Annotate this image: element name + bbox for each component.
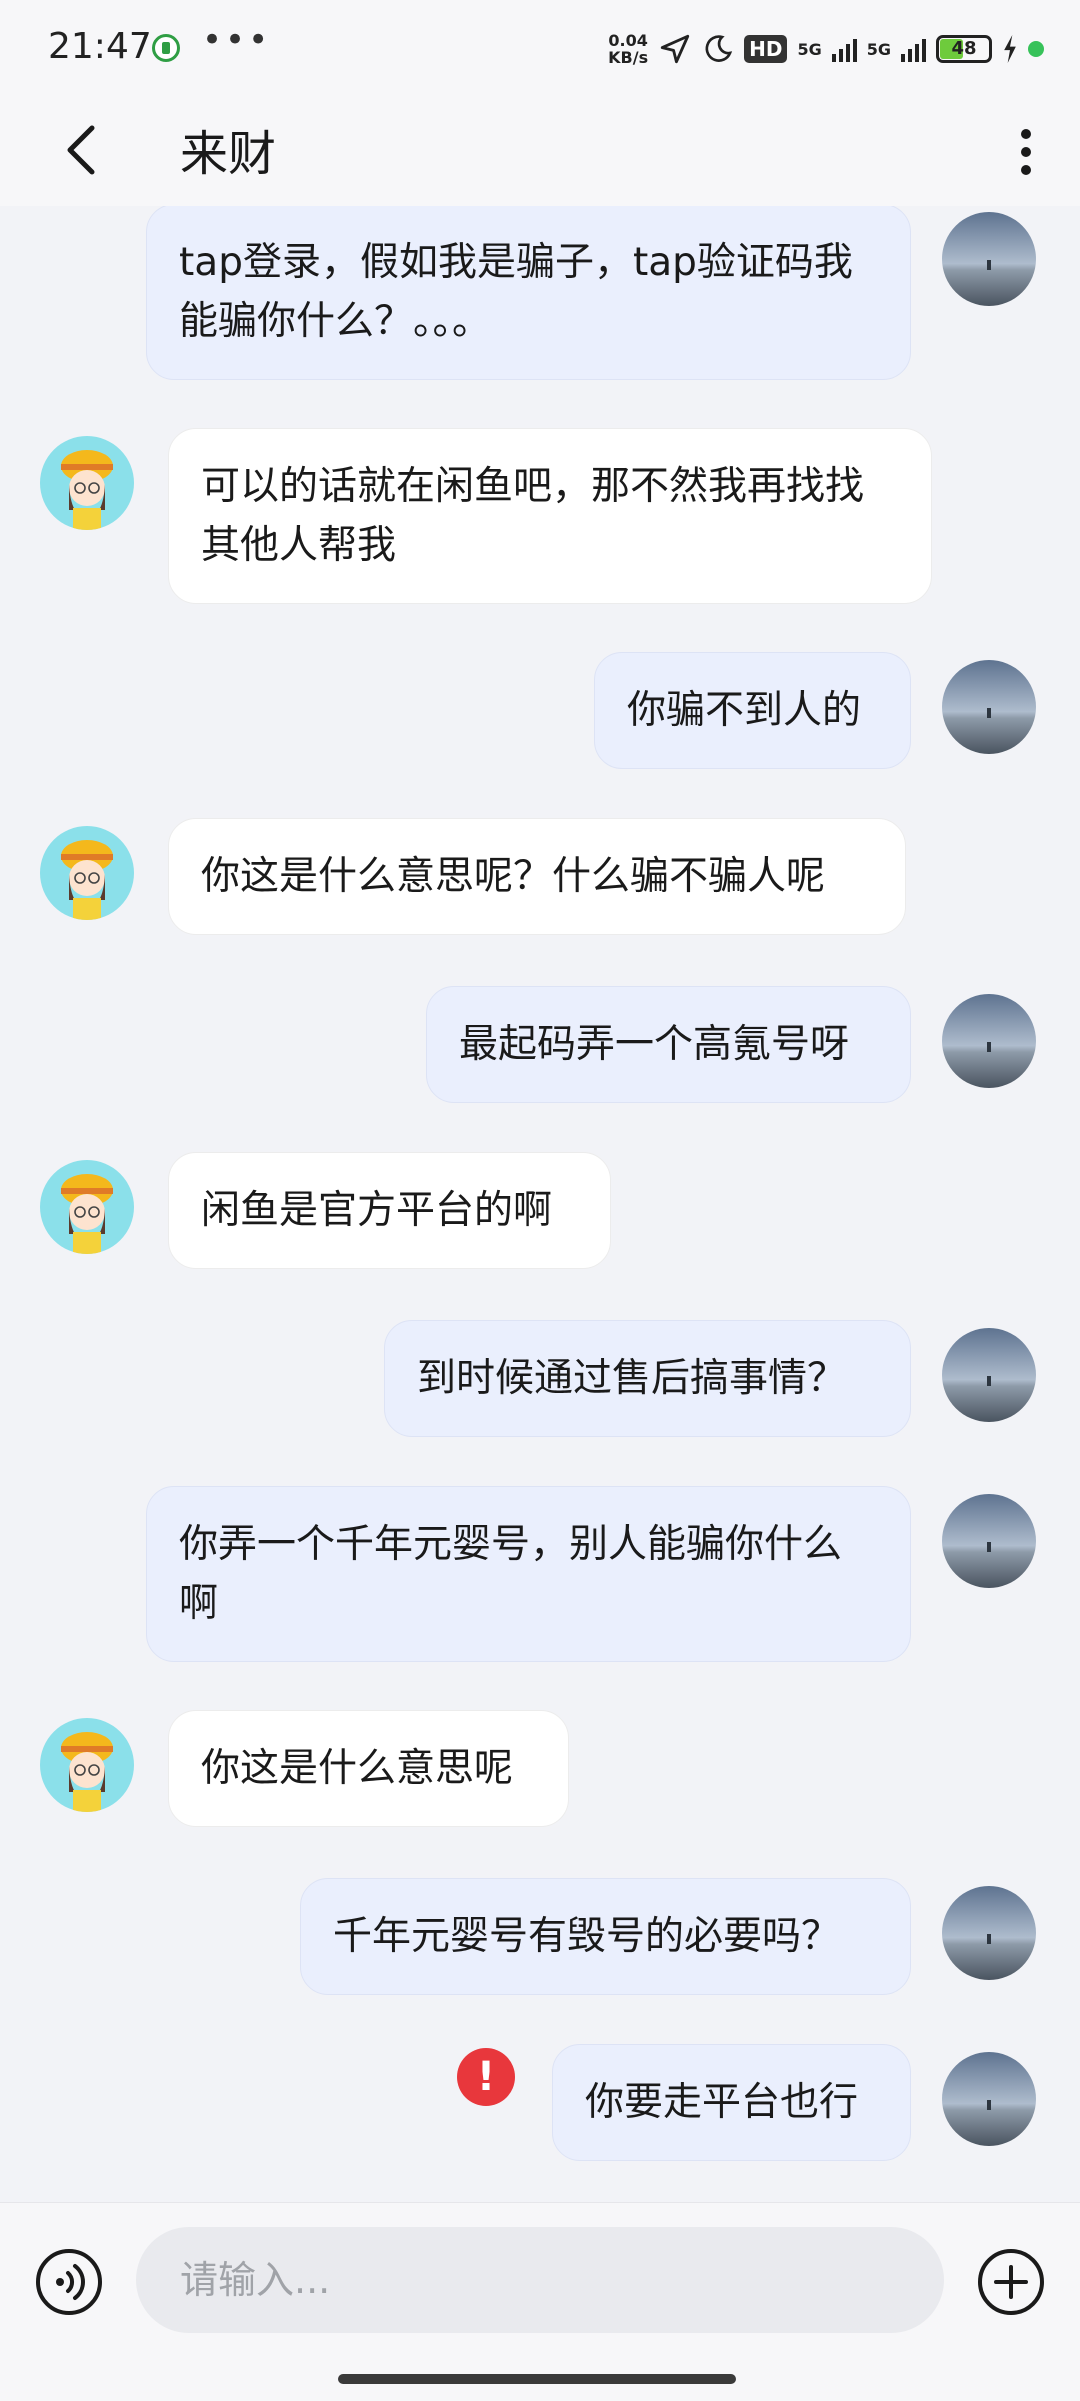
- my-message-bubble[interactable]: 你要走平台也行: [552, 2044, 911, 2161]
- do-not-disturb-moon-icon: [705, 35, 733, 62]
- message-list[interactable]: tap登录，假如我是骗子，tap验证码我能骗你什么？。。。 可以的话就在闲鱼吧，…: [0, 206, 1080, 2202]
- my-message-bubble[interactable]: 你骗不到人的: [594, 652, 911, 769]
- status-time: 21:47: [48, 26, 152, 67]
- sim1-network-type: 5G: [797, 39, 822, 59]
- message-text: 到时候通过售后搞事情？: [417, 1356, 847, 1401]
- contact-message-bubble[interactable]: 闲鱼是官方平台的啊: [168, 1152, 611, 1269]
- contact-message-bubble[interactable]: 你这是什么意思呢: [168, 1710, 569, 1827]
- battery-icon: 48: [936, 35, 992, 63]
- more-notifications-icon: •••: [202, 20, 272, 60]
- more-options-icon[interactable]: [1008, 122, 1044, 182]
- message-text: tap登录，假如我是骗子，tap验证码我能骗你什么？。。。: [179, 240, 853, 344]
- status-indicators: 0.04 KB/s HD 5G 5G 48: [608, 28, 1044, 70]
- my-avatar[interactable]: [942, 1886, 1036, 1980]
- location-icon: [660, 34, 690, 64]
- my-message-bubble[interactable]: 千年元婴号有毁号的必要吗？: [300, 1878, 911, 1995]
- my-message-bubble[interactable]: 到时候通过售后搞事情？: [384, 1320, 911, 1437]
- contact-message-bubble[interactable]: 可以的话就在闲鱼吧，那不然我再找找其他人帮我: [168, 428, 932, 604]
- hd-voice-icon: HD: [744, 35, 788, 63]
- contact-avatar[interactable]: [40, 436, 134, 530]
- charging-icon: [1004, 35, 1016, 63]
- message-text: 千年元婴号有毁号的必要吗？: [333, 1914, 841, 1959]
- contact-avatar[interactable]: [40, 1718, 134, 1812]
- message-text: 你骗不到人的: [627, 688, 862, 733]
- message-input[interactable]: [136, 2227, 944, 2333]
- my-avatar[interactable]: [942, 994, 1036, 1088]
- back-arrow-icon[interactable]: [58, 118, 118, 182]
- add-attachment-icon[interactable]: [976, 2247, 1046, 2317]
- contact-avatar[interactable]: [40, 826, 134, 920]
- contact-message-bubble[interactable]: 你这是什么意思呢？什么骗不骗人呢: [168, 818, 906, 935]
- contact-avatar[interactable]: [40, 1160, 134, 1254]
- my-avatar[interactable]: [942, 2052, 1036, 2146]
- message-text: 可以的话就在闲鱼吧，那不然我再找找其他人帮我: [201, 464, 865, 568]
- app-notification-icon: [152, 34, 180, 62]
- my-message-bubble[interactable]: 最起码弄一个高氪号呀: [426, 986, 911, 1103]
- battery-percent: 48: [951, 38, 977, 59]
- sim2-signal-icon: [901, 36, 926, 62]
- send-failed-icon[interactable]: !: [457, 2048, 515, 2106]
- message-text: 你要走平台也行: [585, 2080, 859, 2125]
- message-text: 你这是什么意思呢: [201, 1746, 514, 1791]
- my-message-bubble[interactable]: tap登录，假如我是骗子，tap验证码我能骗你什么？。。。: [146, 206, 911, 380]
- chat-header: 来财: [0, 98, 1080, 206]
- privacy-indicator-dot: [1028, 41, 1044, 57]
- sim2-network-type: 5G: [866, 39, 891, 59]
- network-speed-unit: KB/s: [608, 48, 649, 67]
- my-avatar[interactable]: [942, 1494, 1036, 1588]
- message-input-bar: [0, 2202, 1080, 2401]
- my-message-bubble[interactable]: 你弄一个千年元婴号，别人能骗你什么啊: [146, 1486, 911, 1662]
- network-speed-value: 0.04: [608, 31, 648, 50]
- network-speed: 0.04 KB/s: [608, 32, 648, 66]
- status-bar: 21:47 ••• 0.04 KB/s HD 5G 5G 48: [0, 0, 1080, 98]
- message-text: 你弄一个千年元婴号，别人能骗你什么啊: [179, 1522, 843, 1626]
- home-indicator[interactable]: [338, 2374, 736, 2384]
- message-text: 闲鱼是官方平台的啊: [201, 1188, 553, 1233]
- my-avatar[interactable]: [942, 1328, 1036, 1422]
- message-text: 最起码弄一个高氪号呀: [459, 1022, 850, 1067]
- chat-title: 来财: [180, 126, 277, 182]
- sim1-signal-icon: [831, 36, 857, 62]
- voice-input-icon[interactable]: [34, 2247, 104, 2317]
- message-text: 你这是什么意思呢？什么骗不骗人呢: [201, 854, 826, 899]
- my-avatar[interactable]: [942, 212, 1036, 306]
- my-avatar[interactable]: [942, 660, 1036, 754]
